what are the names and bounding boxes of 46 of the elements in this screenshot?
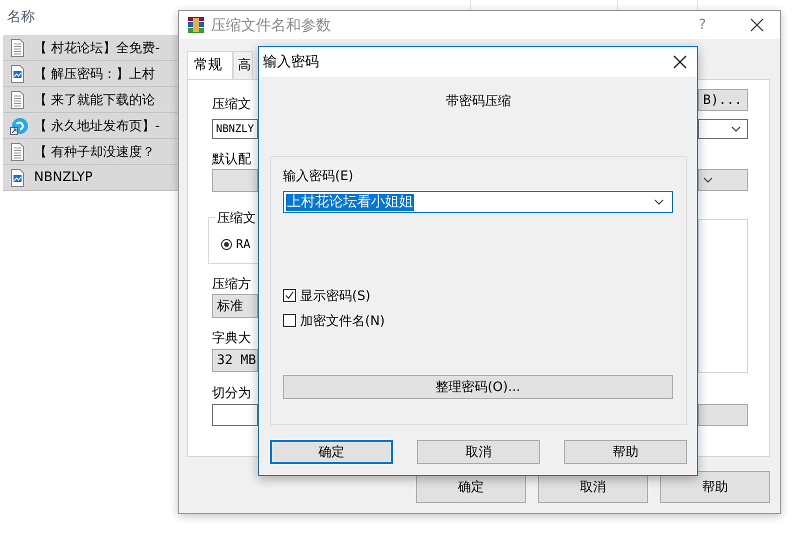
checkbox[interactable] bbox=[283, 289, 296, 302]
file-name: 【 永久地址发布页】- bbox=[34, 118, 160, 134]
file-name: 【 有种子却没速度？ bbox=[34, 144, 156, 160]
field-label: 切分为 bbox=[212, 386, 252, 402]
dropdown[interactable]: 32 MB bbox=[212, 349, 258, 372]
dialog-title: 输入密码 bbox=[263, 53, 319, 71]
chevron-icon bbox=[654, 199, 664, 205]
button[interactable]: B)... bbox=[698, 89, 748, 111]
input-field[interactable] bbox=[212, 404, 258, 426]
password-text: 上村花论坛看小姐姐 bbox=[286, 194, 414, 210]
file-name: 【 解压密码：】上村 bbox=[34, 66, 156, 82]
radio-button[interactable] bbox=[221, 238, 232, 250]
radio-label: RA bbox=[236, 237, 250, 251]
combo-box[interactable] bbox=[698, 119, 748, 139]
input-field[interactable]: NBNZLY bbox=[212, 119, 258, 139]
dialog-button[interactable]: 帮助 bbox=[564, 440, 687, 464]
field-label: 字典大 bbox=[212, 331, 252, 347]
archive-books-icon bbox=[187, 16, 205, 34]
help-button[interactable]: ? bbox=[698, 17, 706, 33]
window-title: 压缩文件名和参数 bbox=[211, 16, 331, 34]
dialog-heading: 带密码压缩 bbox=[445, 93, 512, 111]
file-name: 【 村花论坛】全免费- bbox=[34, 40, 160, 56]
field-label: 输入密码(E) bbox=[283, 169, 354, 185]
tab[interactable]: 常规 bbox=[187, 51, 233, 79]
chevron-icon bbox=[731, 126, 741, 132]
close-icon bbox=[750, 18, 764, 32]
checkbox-label: 显示密码(S) bbox=[300, 288, 370, 304]
shortcut-icon bbox=[10, 116, 28, 134]
field-label: 默认配 bbox=[212, 152, 252, 168]
column-header[interactable]: 名称 bbox=[7, 8, 35, 26]
dialog-button[interactable]: 取消 bbox=[417, 440, 540, 464]
organize-button[interactable]: 整理密码(O)... bbox=[283, 375, 673, 399]
password-field[interactable]: 上村花论坛看小姐姐 bbox=[283, 191, 673, 213]
chevron-icon bbox=[703, 177, 713, 183]
checkbox[interactable] bbox=[283, 314, 296, 327]
file-name: NBNZLYP bbox=[34, 170, 93, 185]
dialog-button[interactable]: 确定 bbox=[270, 440, 393, 464]
close-icon bbox=[673, 55, 687, 69]
tab[interactable]: 高 bbox=[233, 51, 253, 79]
group-title: 压缩文 bbox=[215, 209, 258, 227]
dropdown[interactable]: 标准 bbox=[212, 294, 258, 318]
checkbox-label: 加密文件名(N) bbox=[300, 312, 385, 330]
dialog-button[interactable]: 帮助 bbox=[660, 471, 770, 503]
field-label: 压缩文 bbox=[212, 97, 252, 113]
file-name: 【 来了就能下载的论 bbox=[34, 92, 156, 108]
field-label: 压缩方 bbox=[212, 277, 252, 293]
